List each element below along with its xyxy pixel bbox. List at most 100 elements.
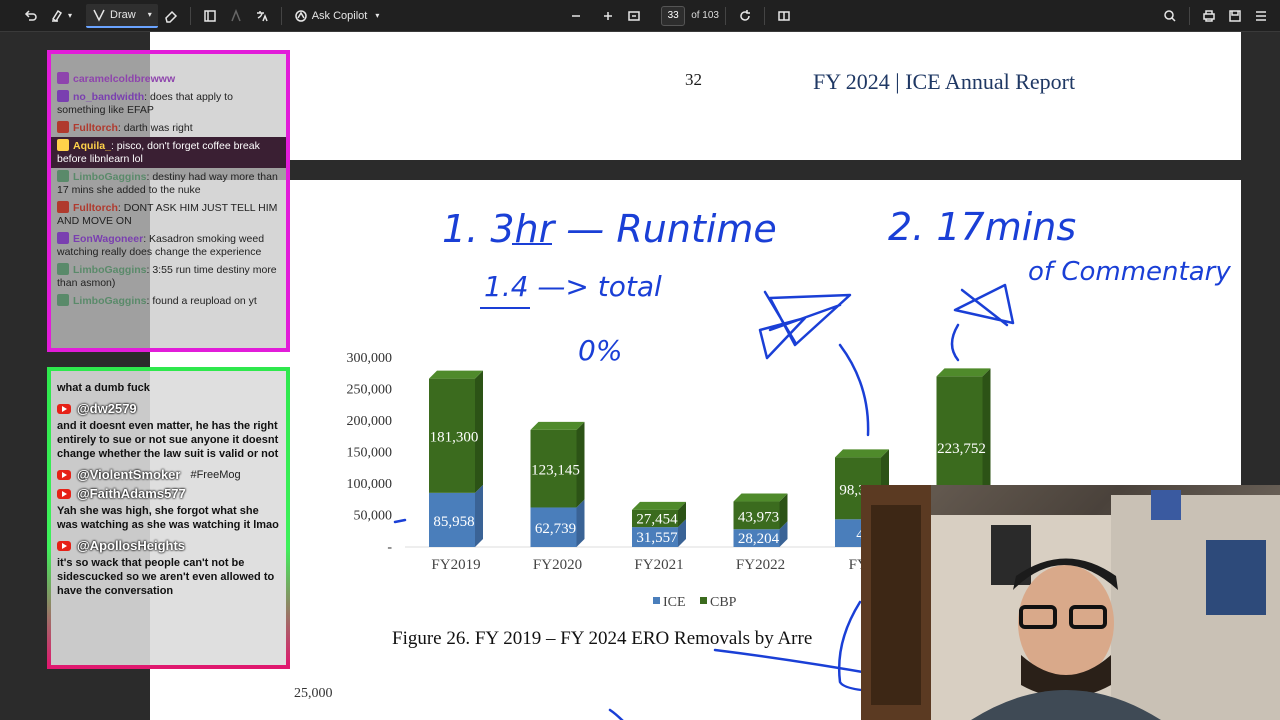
user-badge-icon bbox=[57, 201, 69, 213]
twitch-chat-message: LimboGaggins: destiny had way more than … bbox=[57, 170, 278, 196]
fit-page-button[interactable] bbox=[621, 4, 647, 28]
youtube-chat-message: and it doesnt even matter, he has the ri… bbox=[57, 420, 279, 460]
chevron-down-icon: ▾ bbox=[147, 10, 152, 19]
data-label: 85,958 bbox=[433, 514, 474, 530]
bar-top bbox=[733, 493, 788, 502]
page-total: of 103 bbox=[691, 10, 719, 21]
webcam-scene bbox=[861, 485, 1280, 720]
fit-page-icon bbox=[628, 10, 640, 21]
search-icon bbox=[1164, 9, 1176, 22]
user-badge-icon bbox=[57, 232, 69, 244]
page-number-input[interactable]: 33 bbox=[661, 5, 686, 26]
legend-swatch-ice bbox=[653, 597, 660, 604]
zoom-in-button[interactable] bbox=[595, 4, 621, 28]
y-tick-label: 300,000 bbox=[347, 351, 393, 366]
toolbar-divider bbox=[764, 6, 765, 25]
twitch-chat-message: LimboGaggins: found a reupload on yt bbox=[51, 292, 286, 310]
zoom-out-button[interactable] bbox=[563, 4, 589, 28]
pdf-toolbar: ▾ Draw ▾ Ask Copilot ▾ 33 of 103 bbox=[0, 0, 1280, 32]
chat-username[interactable]: @ViolentSmoker bbox=[77, 467, 180, 482]
y-tick-label: 50,000 bbox=[354, 509, 393, 524]
more-icon bbox=[1256, 10, 1266, 21]
chat-username[interactable]: LimboGaggins bbox=[73, 295, 147, 307]
twitch-chat-message: caramelcoldbrewww bbox=[51, 70, 286, 88]
draw-button[interactable]: Draw ▾ bbox=[86, 3, 158, 28]
y-tick-label: 150,000 bbox=[347, 446, 393, 461]
y-tick-label: 200,000 bbox=[347, 414, 393, 429]
highlight-button[interactable]: ▾ bbox=[44, 4, 78, 28]
twitch-chat-message: EonWagoneer: Kasadron smoking weed watch… bbox=[57, 232, 265, 258]
chat-username[interactable]: caramelcoldbrewww bbox=[73, 73, 175, 85]
data-label: 43,973 bbox=[738, 509, 779, 525]
youtube-chat-top-text: what a dumb fuck bbox=[57, 382, 150, 394]
youtube-chat-list: @dw2579 and it doesnt even matter, he has… bbox=[51, 399, 286, 602]
copilot-label: Ask Copilot bbox=[311, 9, 368, 22]
toolbar-divider bbox=[280, 6, 282, 25]
y-tick-label: - bbox=[387, 540, 392, 555]
twitch-chat-message: Fulltorch: DONT ASK HIM JUST TELL HIM AN… bbox=[57, 201, 278, 227]
chat-username[interactable]: Fulltorch bbox=[73, 122, 118, 134]
plus-icon bbox=[604, 11, 613, 20]
eraser-button[interactable] bbox=[158, 4, 184, 28]
chat-text: found a reupload on yt bbox=[152, 295, 257, 307]
data-label: 31,557 bbox=[636, 530, 678, 546]
chat-username[interactable]: @ApollosHeights bbox=[77, 538, 185, 553]
user-badge-icon bbox=[57, 72, 69, 84]
user-badge-icon bbox=[57, 121, 69, 133]
chat-username[interactable]: EonWagoneer bbox=[73, 233, 143, 245]
legend-label-cbp: CBP bbox=[710, 595, 737, 610]
x-tick-label: FY2020 bbox=[533, 557, 582, 573]
chat-username[interactable]: no_bandwidth bbox=[73, 91, 144, 103]
bar-top bbox=[835, 449, 889, 458]
translate-button[interactable] bbox=[249, 4, 275, 28]
user-badge-icon bbox=[57, 90, 69, 102]
undo-button[interactable] bbox=[18, 4, 44, 28]
data-label: 123,145 bbox=[531, 463, 580, 479]
user-badge-icon bbox=[57, 170, 69, 182]
youtube-chat-author-row: @ApollosHeights bbox=[51, 536, 286, 555]
twitch-chat-message: LimboGaggins: 3:55 run time destiny more… bbox=[57, 263, 277, 289]
minus-icon bbox=[572, 14, 581, 17]
chat-username[interactable]: Fulltorch bbox=[73, 202, 118, 214]
chevron-down-icon: ▾ bbox=[68, 11, 73, 20]
twitch-chat-panel: caramelcoldbrewww no_bandwidth: does that… bbox=[47, 50, 290, 352]
x-tick-label: FY2019 bbox=[431, 557, 480, 573]
text-style-button[interactable] bbox=[223, 4, 249, 28]
ask-copilot-button[interactable]: Ask Copilot ▾ bbox=[288, 4, 386, 28]
chat-username[interactable]: LimboGaggins bbox=[73, 171, 147, 183]
x-tick-label: FY2021 bbox=[634, 557, 683, 573]
print-button[interactable] bbox=[1196, 4, 1222, 28]
undo-icon bbox=[24, 9, 37, 21]
highlighter-icon bbox=[51, 9, 63, 22]
legend-label-ice: ICE bbox=[663, 595, 686, 610]
user-badge-icon bbox=[57, 139, 69, 151]
more-options-button[interactable] bbox=[1248, 4, 1274, 28]
x-tick-label: FY2022 bbox=[736, 557, 785, 573]
chat-username[interactable]: @FaithAdams577 bbox=[77, 486, 186, 501]
data-label: 28,204 bbox=[738, 531, 780, 547]
chat-username[interactable]: LimboGaggins bbox=[73, 264, 147, 276]
user-badge-icon bbox=[57, 294, 69, 306]
user-badge-icon bbox=[57, 263, 69, 275]
bar-side-ice bbox=[576, 499, 585, 547]
bar-side-ice bbox=[475, 484, 483, 547]
search-button[interactable] bbox=[1157, 4, 1183, 28]
youtube-chat-author-row: @dw2579 bbox=[51, 399, 286, 418]
youtube-icon bbox=[57, 469, 71, 480]
page-view-button[interactable] bbox=[771, 4, 797, 28]
save-button[interactable] bbox=[1222, 4, 1248, 28]
translate-icon bbox=[256, 10, 268, 21]
twitch-chat-message: Aquila_: pisco, don't forget coffee brea… bbox=[51, 137, 286, 168]
data-label: 223,752 bbox=[937, 441, 986, 457]
data-label: 181,300 bbox=[430, 430, 479, 446]
chat-username[interactable]: Aquila_ bbox=[73, 140, 111, 152]
text-box-button[interactable] bbox=[197, 4, 223, 28]
figure-caption: Figure 26. FY 2019 – FY 2024 ERO Removal… bbox=[392, 628, 813, 649]
chat-username[interactable]: @dw2579 bbox=[77, 401, 137, 416]
data-label: 62,739 bbox=[535, 521, 576, 537]
twitch-chat-message: Fulltorch: darth was right bbox=[51, 119, 286, 137]
youtube-chat-message: it's so wack that people can't not be si… bbox=[57, 557, 275, 597]
page-number: 32 bbox=[685, 70, 702, 89]
twitch-chat-message: no_bandwidth: does that apply to somethi… bbox=[57, 90, 233, 116]
rotate-button[interactable] bbox=[732, 4, 758, 28]
